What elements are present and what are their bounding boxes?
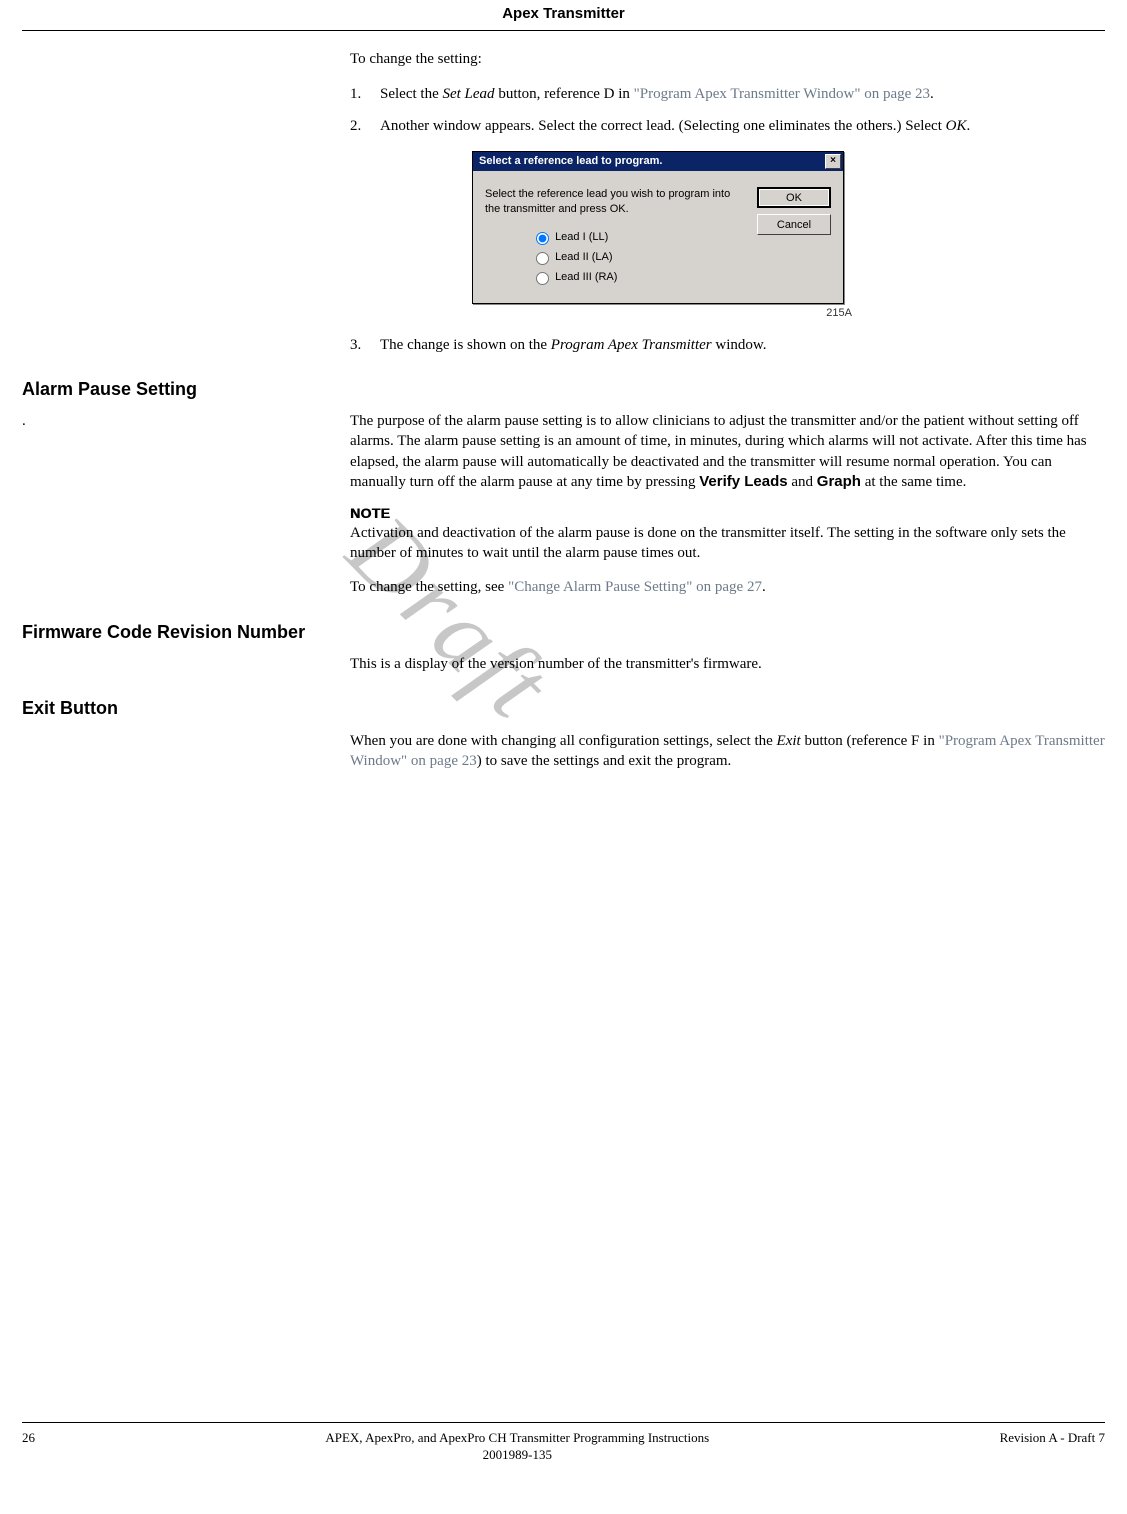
radio-lead1[interactable] <box>536 232 549 245</box>
dialog-title: Select a reference lead to program. <box>479 154 662 169</box>
exit-body: When you are done with changing all conf… <box>350 731 1105 772</box>
footer-doc-title: APEX, ApexPro, and ApexPro CH Transmitte… <box>35 1429 1000 1447</box>
procedure-list-continued: 3. The change is shown on the Program Ap… <box>350 335 1105 355</box>
step-text: The change is shown on the Program Apex … <box>380 335 1105 355</box>
step-number: 1. <box>350 84 380 104</box>
dialog-titlebar: Select a reference lead to program. × <box>473 152 843 171</box>
alarm-paragraph: . The purpose of the alarm pause setting… <box>22 411 1105 492</box>
close-icon[interactable]: × <box>825 154 841 169</box>
page-number: 26 <box>22 1429 35 1447</box>
page-header: Apex Transmitter <box>22 0 1105 31</box>
dialog-prompt: Select the reference lead you wish to pr… <box>485 187 747 217</box>
step-text: Select the Set Lead button, reference D … <box>380 84 1105 104</box>
intro-paragraph: To change the setting: <box>350 49 1105 69</box>
note-body: Activation and deactivation of the alarm… <box>350 523 1105 564</box>
figure-caption: 215A <box>472 306 852 321</box>
radio-lead2[interactable] <box>536 252 549 265</box>
ok-button[interactable]: OK <box>757 187 831 208</box>
cancel-button[interactable]: Cancel <box>757 214 831 235</box>
heading-exit-button: Exit Button <box>22 696 1105 720</box>
page-footer: 26 APEX, ApexPro, and ApexPro CH Transmi… <box>22 1422 1105 1464</box>
footer-revision: Revision A - Draft 7 <box>1000 1429 1105 1447</box>
change-setting-paragraph: To change the setting, see "Change Alarm… <box>350 577 1105 597</box>
dialog-figure: Select a reference lead to program. × Se… <box>472 151 872 321</box>
footer-doc-number: 2001989-135 <box>35 1446 1000 1464</box>
step-number: 3. <box>350 335 380 355</box>
radio-lead3[interactable] <box>536 272 549 285</box>
heading-firmware: Firmware Code Revision Number <box>22 620 1105 644</box>
note-label: NOTE <box>350 504 1105 523</box>
step-text: Another window appears. Select the corre… <box>380 116 1105 136</box>
radio-option[interactable]: Lead II (LA) <box>485 249 747 265</box>
firmware-body: This is a display of the version number … <box>350 654 1105 674</box>
step-number: 2. <box>350 116 380 136</box>
dialog-window: Select a reference lead to program. × Se… <box>472 151 844 304</box>
radio-option[interactable]: Lead III (RA) <box>485 269 747 285</box>
radio-option[interactable]: Lead I (LL) <box>485 229 747 245</box>
cross-reference[interactable]: "Change Alarm Pause Setting" on page 27 <box>508 579 762 595</box>
procedure-list: 1. Select the Set Lead button, reference… <box>350 84 1105 137</box>
heading-alarm-pause: Alarm Pause Setting <box>22 377 1105 401</box>
cross-reference[interactable]: "Program Apex Transmitter Window" on pag… <box>634 86 930 102</box>
